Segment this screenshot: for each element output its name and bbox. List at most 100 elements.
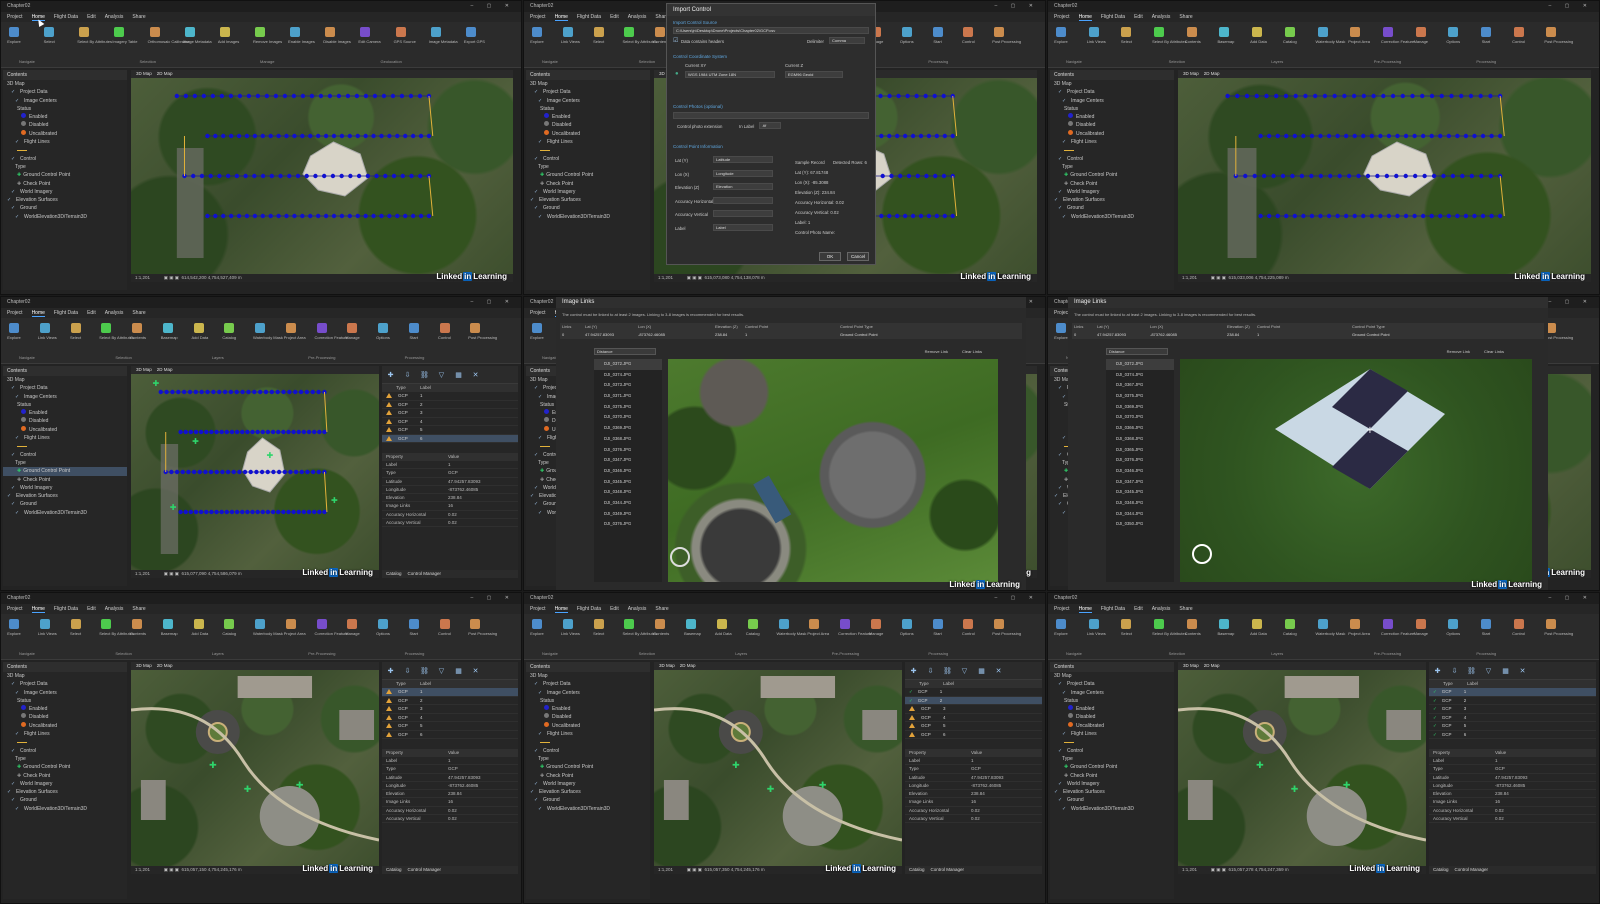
tool-image-metadata-button[interactable]: Image Metadata: [429, 27, 458, 49]
image-list-item[interactable]: DJI_0365.JPG: [1106, 445, 1174, 456]
map-scale[interactable]: 1:1,201: [135, 275, 150, 280]
contents-item[interactable]: Enabled: [3, 113, 127, 121]
image-list-item[interactable]: DJI_0370.JPG: [594, 412, 662, 423]
visibility-checkbox[interactable]: ✓: [11, 796, 17, 804]
tool-edit-camera-button[interactable]: Edit Camera: [358, 27, 381, 49]
contents-item[interactable]: ✓Flight Lines: [1050, 730, 1174, 738]
control-source-path-input[interactable]: C:\Users\jn\Desktop\Drone\Projects\Chapt…: [673, 27, 869, 34]
contents-item[interactable]: ✚Check Point: [526, 180, 650, 188]
contents-item[interactable]: ✓Control: [526, 747, 650, 755]
image-list-item[interactable]: DJI_0376.JPG: [1106, 455, 1174, 466]
image-list-item[interactable]: DJI_0366.JPG: [1106, 423, 1174, 434]
contents-item[interactable]: ✓Control: [526, 155, 650, 163]
visibility-checkbox[interactable]: ✓: [534, 796, 540, 804]
map-view[interactable]: 3D Map 2D Map ✚ ✚ ✚ 1:1,201 ▣ ▣ ▣ 615,057,27…: [1178, 662, 1426, 874]
field-mapping-select[interactable]: Elevation: [713, 183, 773, 190]
tool-select-by-attributes-button[interactable]: Select By Attributes: [622, 27, 657, 49]
contents-item[interactable]: ✓Project Data: [3, 384, 127, 392]
control-row[interactable]: GCP 5: [382, 426, 518, 435]
visibility-checkbox[interactable]: ✓: [534, 451, 540, 459]
control-row[interactable]: ✓ GCP 6: [1429, 731, 1596, 739]
cancel-button[interactable]: Cancel: [847, 252, 869, 261]
map-view[interactable]: 3D Map 2D Map ✚ ✚ ✚ 1:1,201 ▣ ▣ ▣ 615,057,15…: [131, 662, 379, 874]
contents-item[interactable]: Enabled: [3, 409, 127, 417]
visibility-checkbox[interactable]: ✓: [534, 384, 540, 392]
tab-2d-map[interactable]: 2D Map: [157, 367, 173, 372]
tool-project-area-button[interactable]: Project Area: [284, 323, 306, 345]
contents-item[interactable]: ✚Ground Control Point: [3, 763, 127, 771]
menu-flight-data[interactable]: Flight Data: [577, 606, 601, 612]
tool-basemap-button[interactable]: Basemap: [161, 619, 178, 641]
menu-project[interactable]: Project: [1054, 606, 1070, 612]
menu-analysis[interactable]: Analysis: [1152, 606, 1171, 612]
contents-item[interactable]: 3D Map: [3, 672, 127, 680]
menu-home[interactable]: Home: [31, 606, 45, 613]
contents-item[interactable]: Type: [3, 459, 127, 467]
tool-link-views-button[interactable]: Link Views: [38, 619, 57, 641]
tool-project-area-button[interactable]: Project Area: [1348, 27, 1370, 49]
tab-control-manager[interactable]: Control Manager: [408, 571, 442, 576]
visibility-checkbox[interactable]: ✓: [538, 213, 544, 221]
tool-project-area-button[interactable]: Project Area: [284, 619, 306, 641]
visibility-checkbox[interactable]: ✓: [534, 188, 540, 196]
add-control-icon[interactable]: ✚: [1431, 667, 1444, 675]
visibility-checkbox[interactable]: ✓: [1062, 138, 1068, 146]
image-viewer[interactable]: +: [1180, 359, 1532, 582]
delete-icon[interactable]: ✕: [469, 371, 482, 379]
tool-enable-images-button[interactable]: Enable Images: [288, 27, 315, 49]
control-row[interactable]: GCP 2: [382, 697, 518, 705]
image-list-item[interactable]: DJI_0375.JPG: [1106, 391, 1174, 402]
tool-select-by-attributes-button[interactable]: Select By Attributes: [622, 619, 657, 641]
contents-item[interactable]: Disabled: [3, 121, 127, 129]
contents-item[interactable]: ✓World Imagery: [1050, 780, 1174, 788]
tab-catalog[interactable]: Catalog: [386, 571, 402, 576]
contents-item[interactable]: ✓Image Centers: [3, 393, 127, 401]
tool-add-data-button[interactable]: Add Data: [192, 619, 208, 641]
visibility-checkbox[interactable]: ✓: [534, 155, 540, 163]
filter-icon[interactable]: ▽: [1482, 667, 1495, 675]
tab-2d-map[interactable]: 2D Map: [1204, 663, 1220, 668]
control-row[interactable]: ✓ GCP 2: [1429, 697, 1596, 705]
contents-item[interactable]: Enabled: [3, 705, 127, 713]
control-row[interactable]: GCP 5: [382, 722, 518, 731]
menu-analysis[interactable]: Analysis: [628, 606, 647, 612]
menu-flight-data[interactable]: Flight Data: [54, 310, 78, 316]
contents-item[interactable]: ✓Ground: [3, 204, 127, 212]
table-icon[interactable]: ▦: [452, 371, 465, 379]
tab-2d-map[interactable]: 2D Map: [157, 71, 173, 76]
control-row[interactable]: ✓ GCP 5: [1429, 722, 1596, 731]
image-list[interactable]: DJI_0372.JPG DJI_0374.JPG DJI_0367.JPG DJI_…: [1106, 359, 1174, 582]
visibility-checkbox[interactable]: ✓: [11, 451, 17, 459]
contents-item[interactable]: Type: [526, 163, 650, 171]
tool-start-button[interactable]: Start: [931, 619, 945, 641]
image-list-item[interactable]: DJI_0370.JPG: [1106, 412, 1174, 423]
visibility-checkbox[interactable]: ✓: [534, 780, 540, 788]
contents-item[interactable]: ✓Image Centers: [526, 97, 650, 105]
window-controls[interactable]: ‒ ▢ ✕: [1549, 593, 1593, 604]
control-row[interactable]: ✓ GCP 2: [905, 696, 1042, 705]
image-list-item[interactable]: DJI_0372.JPG: [594, 359, 662, 370]
visibility-checkbox[interactable]: ✓: [1058, 500, 1064, 508]
tool-disable-images-button[interactable]: Disable Images: [323, 27, 351, 49]
image-list-item[interactable]: DJI_0374.JPG: [594, 370, 662, 381]
image-list-item[interactable]: DJI_0373.JPG: [594, 380, 662, 391]
tool-link-views-button[interactable]: Link Views: [1087, 27, 1106, 49]
visibility-checkbox[interactable]: ✓: [1062, 689, 1068, 697]
menu-project[interactable]: Project: [530, 310, 546, 316]
visibility-checkbox[interactable]: ✓: [534, 680, 540, 688]
visibility-checkbox[interactable]: ✓: [15, 509, 21, 517]
window-controls[interactable]: ‒ ▢ ✕: [471, 1, 515, 12]
ok-button[interactable]: OK: [819, 252, 841, 261]
tool-remove-images-button[interactable]: Remove Images: [253, 27, 282, 49]
visibility-checkbox[interactable]: ✓: [11, 155, 17, 163]
contents-item[interactable]: ✓Project Data: [3, 680, 127, 688]
tool-select-by-attributes-button[interactable]: Select By Attributes: [77, 27, 112, 49]
contents-item[interactable]: Disabled: [526, 121, 650, 129]
tool-image-metadata-button[interactable]: Image Metadata: [183, 27, 212, 49]
map-view[interactable]: 3D Map 2D Map ✚ ✚ ✚ 1:1,201 ▣ ▣ ▣ 615,057,35…: [654, 662, 902, 874]
tool-correction-feature-button[interactable]: Correction Feature: [1381, 27, 1414, 49]
tool-start-button[interactable]: Start: [1479, 619, 1493, 641]
menu-share[interactable]: Share: [132, 310, 145, 316]
tool-add-images-button[interactable]: Add Images: [218, 27, 239, 49]
visibility-checkbox[interactable]: ✓: [534, 204, 540, 212]
